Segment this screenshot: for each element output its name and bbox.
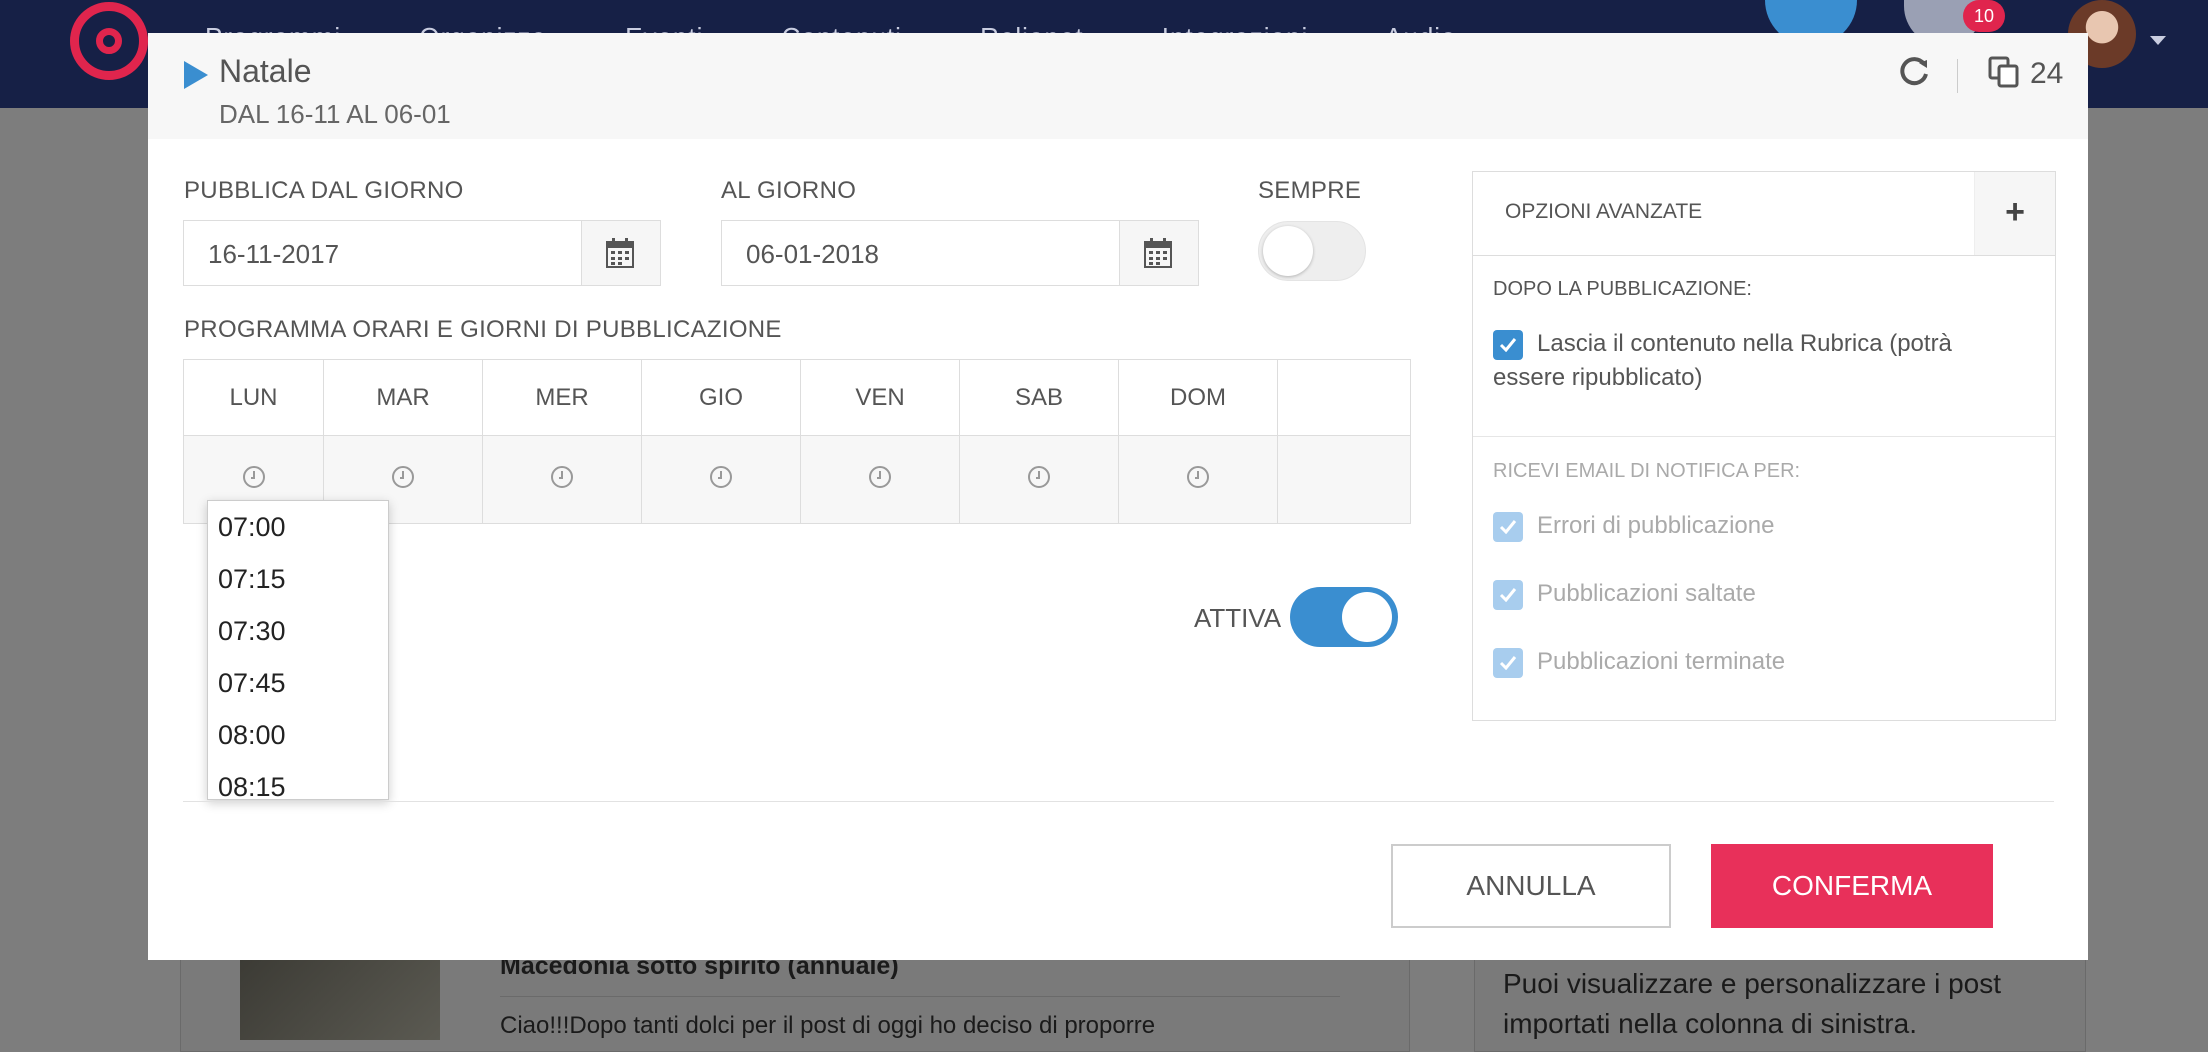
active-toggle[interactable]: [1290, 587, 1398, 647]
info-text-line: importati nella colonna di sinistra.: [1503, 1008, 1917, 1039]
check-icon: [1499, 588, 1517, 602]
play-icon: [184, 61, 208, 89]
confirm-button[interactable]: CONFERMA: [1711, 844, 1993, 928]
post-thumbnail: [240, 960, 440, 1040]
clock-icon[interactable]: [869, 466, 891, 488]
clock-icon[interactable]: [551, 466, 573, 488]
modal-header: Natale DAL 16-11 AL 06-01 24: [148, 33, 2088, 139]
advanced-options-header[interactable]: OPZIONI AVANZATE +: [1473, 172, 2055, 256]
to-date-field[interactable]: 06-01-2018: [721, 220, 1199, 286]
copy-icon[interactable]: [1987, 55, 2021, 89]
divider: [500, 996, 1340, 997]
info-text-line: Puoi visualizzare e personalizzare i pos…: [1503, 968, 2002, 999]
advanced-options-title: OPZIONI AVANZATE: [1505, 200, 1703, 223]
time-option[interactable]: 07:15: [208, 553, 388, 605]
post-excerpt: Ciao!!!Dopo tanti dolci per il post di o…: [500, 1012, 1156, 1039]
info-text: Puoi visualizzare e personalizzare i pos…: [1503, 964, 2001, 1044]
always-label: SEMPRE: [1258, 177, 1362, 204]
cancel-button[interactable]: ANNULLA: [1391, 844, 1671, 928]
from-calendar-button[interactable]: [581, 221, 660, 285]
modal-title: Natale: [219, 53, 312, 89]
header-separator: [1957, 59, 1958, 93]
notify-errors-checkbox[interactable]: [1493, 512, 1523, 542]
day-time-cell[interactable]: [960, 435, 1119, 523]
notify-title: RICEVI EMAIL DI NOTIFICA PER:: [1493, 460, 1801, 482]
keep-content-checkbox[interactable]: [1493, 330, 1523, 360]
to-date-value: 06-01-2018: [746, 239, 879, 269]
clock-icon[interactable]: [242, 466, 265, 488]
day-time-cell-empty: [1278, 435, 1410, 523]
to-calendar-button[interactable]: [1119, 221, 1198, 285]
time-option[interactable]: 07:00: [208, 501, 388, 553]
day-header-mar: MAR: [324, 360, 483, 435]
app-logo-icon[interactable]: [70, 2, 148, 80]
schedule-label: PROGRAMMA ORARI E GIORNI DI PUBBLICAZION…: [184, 316, 782, 343]
notify-skipped-label: Pubblicazioni saltate: [1537, 580, 1756, 607]
day-header-dom: DOM: [1119, 360, 1278, 435]
toggle-knob: [1342, 592, 1392, 642]
time-option[interactable]: 08:15: [208, 761, 388, 799]
time-option[interactable]: 07:30: [208, 605, 388, 657]
day-time-cell[interactable]: [1119, 435, 1278, 523]
modal-subtitle: DAL 16-11 AL 06-01: [219, 99, 451, 129]
keep-content-label-cont: essere ripubblicato): [1493, 364, 1703, 391]
always-toggle[interactable]: [1258, 221, 1366, 281]
notify-errors-label: Errori di pubblicazione: [1537, 512, 1775, 539]
footer-divider: [183, 801, 2054, 802]
notify-ended-checkbox[interactable]: [1493, 648, 1523, 678]
clock-icon[interactable]: [1187, 466, 1209, 488]
day-header-mer: MER: [483, 360, 642, 435]
day-time-cell[interactable]: [483, 435, 642, 523]
day-time-cell[interactable]: [642, 435, 801, 523]
time-dropdown[interactable]: 07:00 07:15 07:30 07:45 08:00 08:15: [207, 500, 389, 800]
divider: [1473, 436, 2055, 437]
check-icon: [1499, 338, 1517, 352]
refresh-icon[interactable]: [1897, 55, 1931, 89]
notify-skipped-checkbox[interactable]: [1493, 580, 1523, 610]
expand-plus-icon[interactable]: +: [1974, 172, 2055, 255]
from-date-field[interactable]: 16-11-2017: [183, 220, 661, 286]
toggle-knob: [1263, 226, 1313, 276]
clock-icon[interactable]: [392, 466, 414, 488]
day-header-gio: GIO: [642, 360, 801, 435]
notify-ended-label: Pubblicazioni terminate: [1537, 648, 1786, 675]
copy-count: 24: [2030, 57, 2064, 90]
calendar-icon: [606, 238, 634, 268]
day-header-sab: SAB: [960, 360, 1119, 435]
calendar-icon: [1144, 238, 1172, 268]
clock-icon[interactable]: [710, 466, 732, 488]
day-header-lun: LUN: [184, 360, 324, 435]
check-icon: [1499, 520, 1517, 534]
keep-content-label: Lascia il contenuto nella Rubrica (potrà: [1537, 330, 1952, 357]
caret-down-icon[interactable]: [2150, 36, 2166, 45]
notification-badge: 10: [1963, 0, 2005, 32]
from-date-value: 16-11-2017: [208, 239, 340, 269]
day-header-ven: VEN: [801, 360, 960, 435]
schedule-modal: Natale DAL 16-11 AL 06-01 24 PUBBLICA DA…: [148, 33, 2088, 960]
day-time-cell[interactable]: [801, 435, 960, 523]
time-option[interactable]: 07:45: [208, 657, 388, 709]
to-date-label: AL GIORNO: [721, 177, 857, 204]
check-icon: [1499, 656, 1517, 670]
advanced-options-panel: OPZIONI AVANZATE + DOPO LA PUBBLICAZIONE…: [1472, 171, 2056, 721]
day-header-empty: [1278, 360, 1410, 435]
active-label: ATTIVA: [1194, 603, 1282, 633]
from-date-label: PUBBLICA DAL GIORNO: [184, 177, 464, 204]
after-publish-title: DOPO LA PUBBLICAZIONE:: [1493, 278, 1752, 300]
clock-icon[interactable]: [1028, 466, 1050, 488]
time-option[interactable]: 08:00: [208, 709, 388, 761]
